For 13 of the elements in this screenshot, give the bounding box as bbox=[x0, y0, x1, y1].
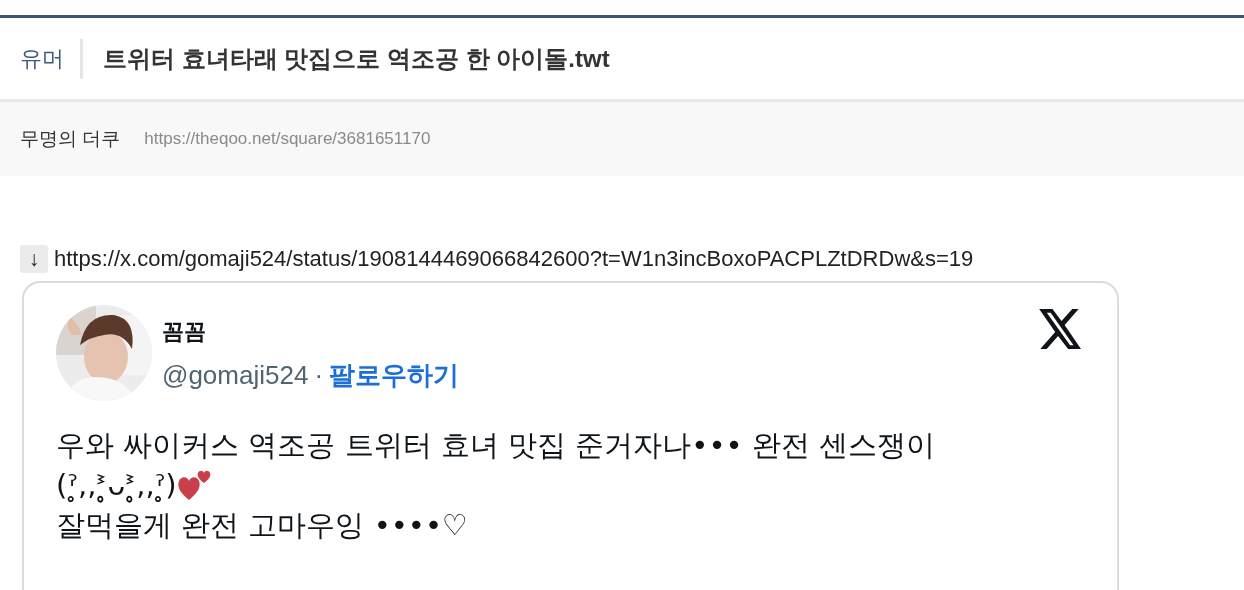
tweet-text: 잘먹을게 완전 고마우잉 ••••♡ bbox=[56, 507, 469, 544]
user-handle: @gomaji524 bbox=[162, 359, 309, 392]
download-icon: ↓ bbox=[20, 244, 48, 273]
separator-dot: · bbox=[314, 359, 324, 392]
follow-link[interactable]: 팔로우하기 bbox=[329, 356, 460, 395]
tweet-text: 우와 싸이커스 역조공 트위터 효녀 맛집 준거자나••• 완전 센스쟁이 bbox=[56, 427, 936, 464]
post-title: 트위터 효녀타래 맛집으로 역조공 한 아이돌.twt bbox=[102, 43, 610, 74]
display-name: 꼼꼼 bbox=[162, 318, 207, 346]
author-name: 무명의 더쿠 bbox=[20, 126, 121, 151]
tweet-link[interactable]: https://x.com/gomaji524/status/1908144469066842600?t=W1n3incBoxoPACPLZtDRDw&s=19 bbox=[54, 242, 974, 275]
x-logo-icon bbox=[1039, 309, 1083, 349]
tweet-text: (ˀ̥,,ᕑ̥ᴗᕑ̥,,ˀ̥) bbox=[56, 467, 177, 505]
category-label[interactable]: 유머 bbox=[20, 38, 83, 79]
